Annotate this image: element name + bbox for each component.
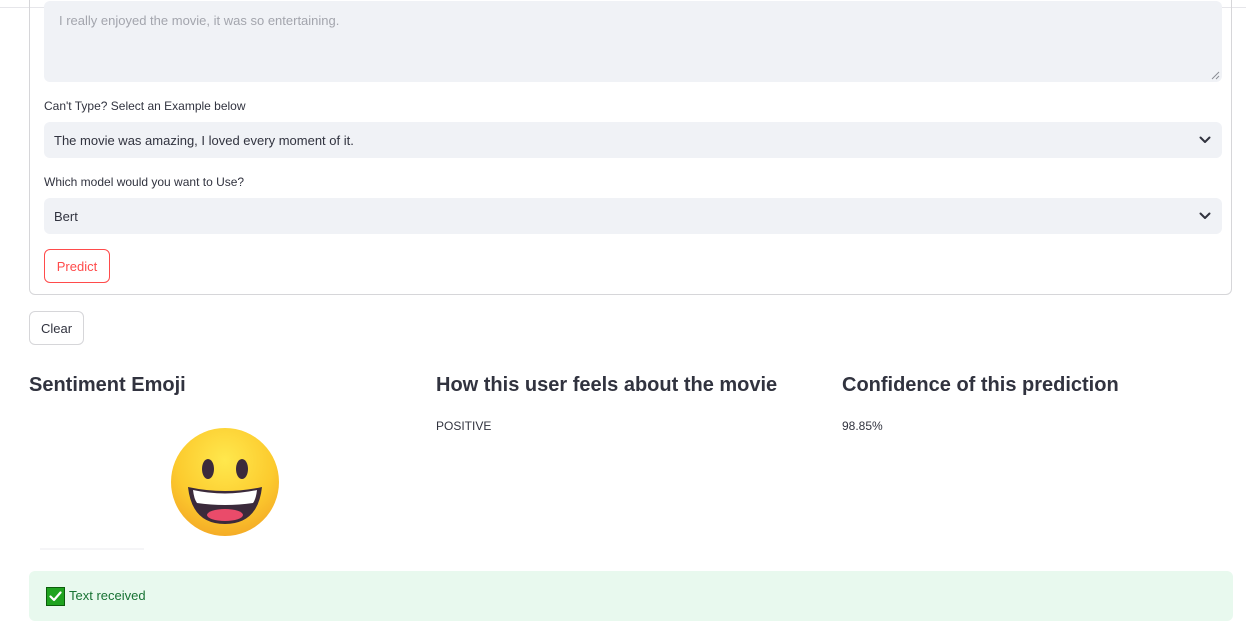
review-placeholder: I really enjoyed the movie, it was so en…	[59, 13, 340, 28]
review-textarea[interactable]: I really enjoyed the movie, it was so en…	[44, 1, 1222, 82]
resize-handle-icon[interactable]	[1211, 71, 1220, 80]
chevron-down-icon	[1198, 133, 1212, 147]
confidence-heading: Confidence of this prediction	[842, 374, 1119, 396]
prediction-form: I really enjoyed the movie, it was so en…	[29, 0, 1232, 295]
example-select-value: The movie was amazing, I loved every mom…	[54, 132, 354, 148]
model-select[interactable]: Bert	[44, 198, 1222, 234]
grinning-face-emoji-icon	[171, 428, 279, 536]
chevron-down-icon	[1198, 209, 1212, 223]
predict-button[interactable]: Predict	[44, 249, 110, 283]
example-select-label: Can't Type? Select an Example below	[44, 99, 246, 113]
feeling-heading: How this user feels about the movie	[436, 374, 778, 396]
clear-button[interactable]: Clear	[29, 311, 84, 345]
status-alert: Text received	[29, 571, 1233, 621]
confidence-value: 98.85%	[842, 419, 883, 433]
example-select[interactable]: The movie was amazing, I loved every mom…	[44, 122, 1222, 158]
model-select-value: Bert	[54, 208, 78, 224]
emoji-caption-divider	[40, 548, 144, 550]
feeling-value: POSITIVE	[436, 419, 492, 433]
model-select-label: Which model would you want to Use?	[44, 175, 245, 189]
check-mark-icon	[46, 587, 65, 606]
emoji-heading: Sentiment Emoji	[29, 374, 186, 396]
status-message: Text received	[69, 588, 146, 603]
